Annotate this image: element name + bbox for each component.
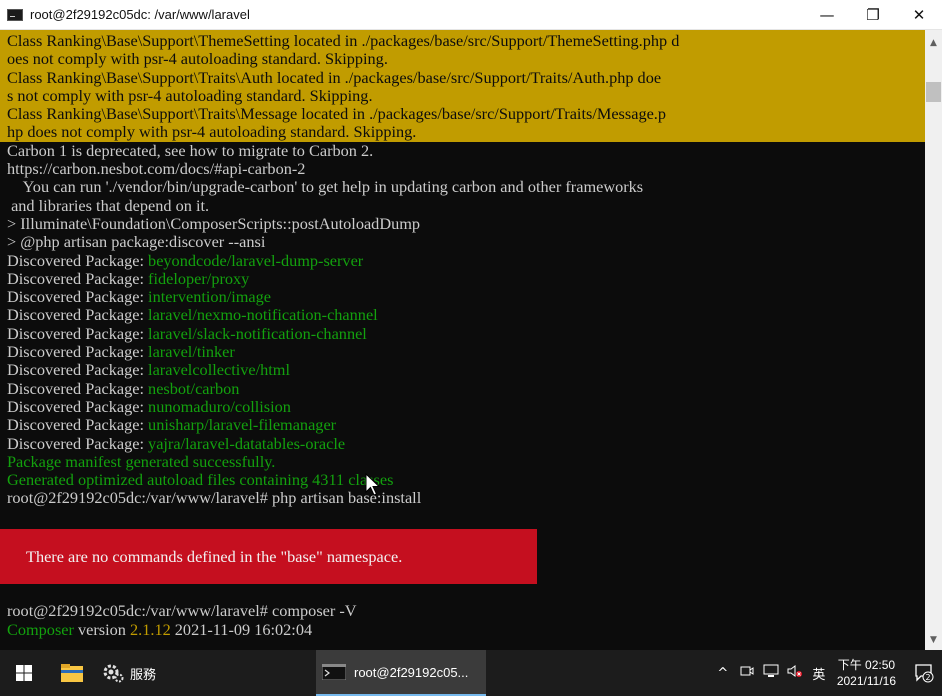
- scroll-down-arrow-icon[interactable]: ▼: [925, 631, 942, 648]
- error-message-box: There are no commands defined in the "ba…: [0, 529, 537, 585]
- autoload-line: Generated optimized autoload files conta…: [7, 470, 394, 490]
- input-language-indicator[interactable]: 英: [809, 664, 829, 683]
- package-name: laravel/slack-notification-channel: [148, 323, 367, 343]
- terminal-taskbar-button[interactable]: root@2f29192c05...: [316, 650, 486, 696]
- discovered-prefix: Discovered Package:: [7, 415, 149, 435]
- output-line: https://carbon.nesbot.com/docs/#api-carb…: [7, 159, 306, 179]
- discovered-prefix: Discovered Package:: [7, 342, 149, 362]
- output-line: > @php artisan package:discover --ansi: [7, 232, 266, 252]
- scroll-up-arrow-icon[interactable]: ▲: [925, 34, 942, 51]
- output-line: You can run './vendor/bin/upgrade-carbon…: [7, 177, 644, 197]
- services-label: 服務: [130, 666, 157, 682]
- notification-icon: 2: [915, 664, 934, 683]
- mouse-pointer-icon: [365, 473, 381, 496]
- system-tray: ^ 英 下午 02:50 2021/11/16 2: [713, 650, 942, 696]
- package-name: laravel/tinker: [148, 342, 235, 362]
- discovered-package-line: Discovered Package: nesbot/carbon: [7, 378, 925, 398]
- vertical-scrollbar[interactable]: ▲ ▼: [925, 30, 942, 650]
- discovered-package-line: Discovered Package: unisharp/laravel-fil…: [7, 416, 925, 434]
- discovered-package-line: Discovered Package: laravel/tinker: [7, 342, 925, 362]
- package-name: nunomaduro/collision: [148, 396, 291, 416]
- minimize-button[interactable]: —: [804, 0, 850, 30]
- package-name: yajra/laravel-datatables-oracle: [148, 433, 346, 453]
- warning-line: s not comply with psr-4 autoloading stan…: [7, 85, 373, 105]
- show-hidden-icons-chevron-icon[interactable]: ^: [713, 666, 733, 681]
- discovered-prefix: Discovered Package:: [7, 378, 149, 398]
- clock-time: 下午 02:50: [837, 658, 896, 672]
- discovered-prefix: Discovered Package:: [7, 396, 149, 416]
- psr4-warning-block: Class Ranking\Base\Support\ThemeSetting …: [0, 30, 925, 142]
- terminal-output[interactable]: Class Ranking\Base\Support\ThemeSetting …: [0, 30, 925, 650]
- discovered-package-line: Discovered Package: fideloper/proxy: [7, 268, 925, 288]
- meet-now-icon[interactable]: [737, 664, 757, 682]
- console-icon: [322, 664, 346, 680]
- output-line: > Illuminate\Foundation\ComposerScripts:…: [7, 213, 421, 233]
- command-line: root@2f29192c05dc:/var/www/laravel# comp…: [7, 601, 357, 621]
- output-line: Carbon 1 is deprecated, see how to migra…: [7, 140, 374, 160]
- terminal-task-label: root@2f29192c05...: [354, 664, 469, 680]
- discovered-package-line: Discovered Package: nunomaduro/collision: [7, 396, 925, 416]
- discovered-prefix: Discovered Package:: [7, 268, 149, 288]
- console-icon: [7, 8, 23, 21]
- discovered-prefix: Discovered Package:: [7, 250, 149, 270]
- clock-date: 2021/11/16: [836, 674, 896, 688]
- services-taskbar-button[interactable]: 服務: [96, 650, 180, 696]
- taskbar: 服務 root@2f29192c05... ^ 英 下午 02:50 2021/…: [0, 650, 942, 696]
- scroll-thumb[interactable]: [926, 82, 941, 102]
- discovered-prefix: Discovered Package:: [7, 360, 149, 380]
- composer-word: Composer: [7, 619, 74, 639]
- notification-count: 2: [925, 673, 930, 682]
- discovered-package-line: Discovered Package: laravel/slack-notifi…: [7, 323, 925, 343]
- discovered-prefix: Discovered Package:: [7, 323, 149, 343]
- window-title: root@2f29192c05dc: /var/www/laravel: [30, 7, 250, 22]
- taskbar-clock[interactable]: 下午 02:50 2021/11/16: [837, 657, 896, 689]
- discovered-prefix: Discovered Package:: [7, 305, 149, 325]
- version-number: 2.1.12: [130, 619, 171, 639]
- windows-logo-icon: [16, 665, 32, 681]
- package-name: laravel/nexmo-notification-channel: [148, 305, 378, 325]
- package-name: laravelcollective/html: [148, 360, 290, 380]
- window-controls: — ❐ ✕: [804, 0, 942, 30]
- discovered-package-line: Discovered Package: yajra/laravel-datata…: [7, 433, 925, 453]
- notification-center-button[interactable]: 2: [906, 663, 942, 683]
- package-name: intervention/image: [148, 287, 272, 307]
- warning-line: hp does not comply with psr-4 autoloadin…: [7, 122, 417, 142]
- warning-line: Class Ranking\Base\Support\ThemeSetting …: [7, 31, 680, 50]
- warning-line: oes not comply with psr-4 autoloading st…: [7, 49, 388, 69]
- package-name: unisharp/laravel-filemanager: [148, 415, 337, 435]
- warning-line: Class Ranking\Base\Support\Traits\Messag…: [7, 104, 667, 124]
- start-button[interactable]: [0, 650, 48, 696]
- folder-icon: [61, 664, 83, 682]
- maximize-button[interactable]: ❐: [850, 0, 896, 30]
- network-icon[interactable]: [761, 664, 781, 682]
- warning-line: Class Ranking\Base\Support\Traits\Auth l…: [7, 67, 662, 87]
- gears-icon: [103, 664, 124, 683]
- close-button[interactable]: ✕: [896, 0, 942, 30]
- manifest-success-line: Package manifest generated successfully.: [7, 451, 276, 471]
- output-line: and libraries that depend on it.: [7, 195, 210, 215]
- version-date: 2021-11-09 16:02:04: [170, 619, 313, 639]
- discovered-package-line: Discovered Package: laravelcollective/ht…: [7, 361, 925, 379]
- discovered-package-line: Discovered Package: beyondcode/laravel-d…: [7, 250, 925, 270]
- discovered-package-line: Discovered Package: intervention/image: [7, 288, 925, 306]
- package-name: nesbot/carbon: [148, 378, 240, 398]
- volume-muted-icon[interactable]: [785, 664, 805, 682]
- composer-version-line: Composer version 2.1.12 2021-11-09 16:02…: [7, 619, 925, 639]
- package-name: beyondcode/laravel-dump-server: [148, 250, 364, 270]
- discovered-package-line: Discovered Package: laravel/nexmo-notifi…: [7, 306, 925, 324]
- window-titlebar[interactable]: root@2f29192c05dc: /var/www/laravel — ❐ …: [0, 0, 942, 30]
- command-line: root@2f29192c05dc:/var/www/laravel# php …: [7, 488, 422, 508]
- discovered-prefix: Discovered Package:: [7, 433, 149, 453]
- discovered-prefix: Discovered Package:: [7, 287, 149, 307]
- file-explorer-button[interactable]: [48, 650, 96, 696]
- version-label: version: [73, 619, 131, 639]
- package-name: fideloper/proxy: [148, 268, 250, 288]
